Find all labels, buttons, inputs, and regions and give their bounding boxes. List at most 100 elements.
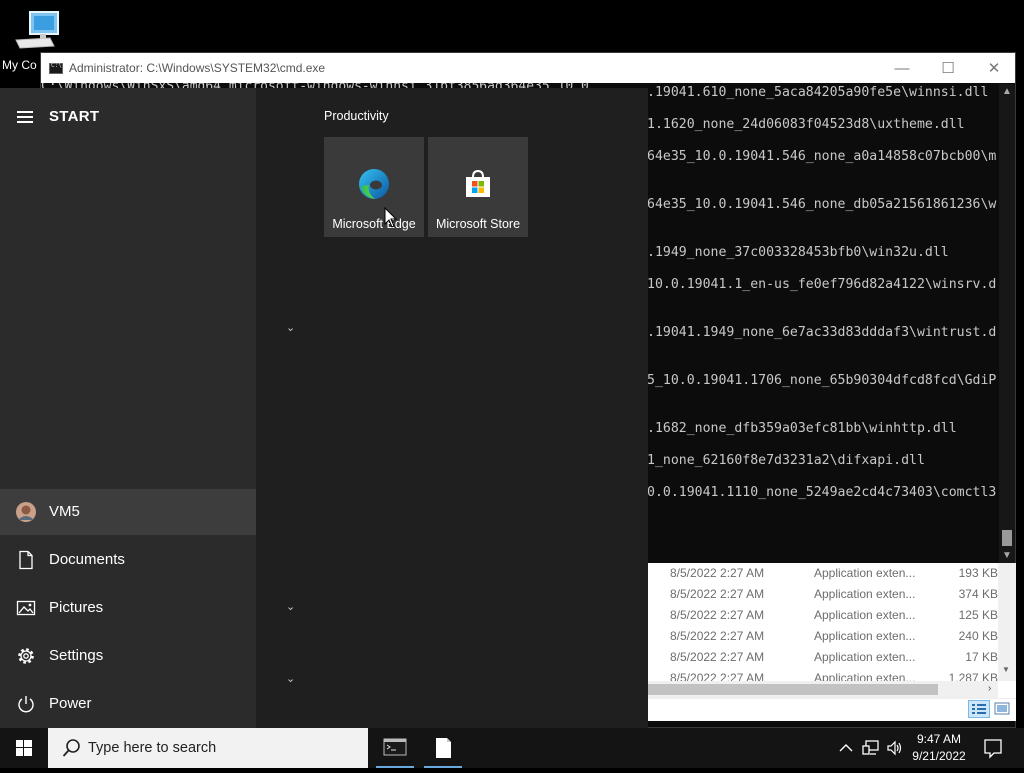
cmd-app-icon bbox=[49, 62, 63, 74]
start-tiles-area: ⌄ ⌄ ⌄ Productivity Microsoft Edge Micros… bbox=[256, 88, 648, 728]
start-header[interactable]: START bbox=[0, 100, 256, 132]
cmd-line: 64e35_10.0.19041.546_none_db05a215618612… bbox=[647, 197, 997, 212]
rail-item-label: Documents bbox=[49, 551, 125, 568]
cmd-window-title: Administrator: C:\Windows\SYSTEM32\cmd.e… bbox=[69, 61, 326, 75]
taskbar: Type here to search 9:47 AM 9/21/2022 bbox=[0, 728, 1024, 768]
chevron-down-icon[interactable]: ⌄ bbox=[286, 321, 300, 335]
scroll-down-arrow-icon[interactable]: ▼ bbox=[1002, 665, 1010, 674]
search-icon bbox=[62, 739, 80, 757]
scroll-thumb[interactable] bbox=[1002, 530, 1012, 546]
tile-label: Microsoft Edge bbox=[332, 217, 416, 231]
file-date: 8/5/2022 2:27 AM bbox=[670, 650, 765, 664]
start-rail: START VM5 Documents Pictures Settings Po… bbox=[0, 88, 256, 728]
cmd-vertical-scrollbar[interactable]: ▲ ▼ bbox=[999, 84, 1015, 564]
tile-microsoft-edge[interactable]: Microsoft Edge bbox=[324, 137, 424, 237]
file-size: 374 KB bbox=[958, 587, 998, 601]
cmd-line: 1_none_62160f8e7d3231a2\difxapi.dll bbox=[647, 453, 925, 468]
cmd-line: 5_10.0.19041.1706_none_65b90304dfcd8fcd\… bbox=[647, 373, 997, 388]
edge-icon bbox=[359, 169, 389, 199]
scroll-thumb[interactable] bbox=[648, 684, 938, 695]
cmd-titlebar[interactable]: Administrator: C:\Windows\SYSTEM32\cmd.e… bbox=[41, 53, 1015, 83]
notification-center-icon[interactable] bbox=[978, 736, 1008, 760]
file-type: Application exten... bbox=[814, 671, 916, 681]
file-row[interactable]: 8/5/2022 2:27 AM Application exten... 12… bbox=[648, 605, 998, 626]
clock-time: 9:47 AM bbox=[916, 732, 962, 746]
cmd-line: 0.0.19041.1110_none_5249ae2cd4c73403\com… bbox=[647, 485, 997, 500]
scroll-right-arrow-icon[interactable]: › bbox=[988, 683, 991, 694]
file-icon bbox=[436, 738, 451, 758]
cmd-line: .19041.1949_none_6e7ac33d83dddaf3\wintru… bbox=[647, 325, 997, 340]
mouse-cursor-icon bbox=[384, 207, 398, 228]
rail-item-label: Pictures bbox=[49, 599, 104, 616]
pictures-icon bbox=[16, 600, 36, 616]
chevron-down-icon[interactable]: ⌄ bbox=[286, 600, 300, 614]
explorer-statusbar bbox=[648, 698, 1016, 721]
search-placeholder: Type here to search bbox=[88, 740, 217, 756]
file-date: 8/5/2022 2:27 AM bbox=[670, 608, 765, 622]
file-type: Application exten... bbox=[814, 650, 916, 664]
rail-item-settings[interactable]: Settings bbox=[0, 633, 256, 679]
rail-item-power[interactable]: Power bbox=[0, 681, 256, 727]
file-type: Application exten... bbox=[814, 629, 916, 643]
rail-item-documents[interactable]: Documents bbox=[0, 537, 256, 583]
document-icon bbox=[19, 550, 33, 570]
rail-item-label: Settings bbox=[49, 647, 104, 664]
clock-date: 9/21/2022 bbox=[912, 749, 966, 763]
minimize-button[interactable]: — bbox=[879, 53, 925, 83]
file-date: 8/5/2022 2:27 AM bbox=[670, 629, 765, 643]
cmd-icon bbox=[383, 738, 407, 756]
large-icons-view-icon[interactable] bbox=[994, 702, 1010, 716]
tile-microsoft-store[interactable]: Microsoft Store bbox=[428, 137, 528, 237]
windows-logo-icon bbox=[16, 740, 32, 756]
file-date: 8/5/2022 2:27 AM bbox=[670, 566, 765, 580]
file-row[interactable]: 8/5/2022 2:27 AM Application exten... 17… bbox=[648, 647, 998, 668]
file-row[interactable]: 8/5/2022 2:27 AM Application exten... 1,… bbox=[648, 668, 998, 681]
power-icon bbox=[18, 696, 34, 713]
start-menu[interactable]: START VM5 Documents Pictures Settings Po… bbox=[0, 88, 648, 728]
taskbar-app-cmd[interactable] bbox=[372, 728, 418, 768]
chevron-up-icon[interactable] bbox=[838, 740, 854, 756]
file-size: 193 KB bbox=[958, 566, 998, 580]
details-view-icon[interactable] bbox=[968, 700, 990, 718]
cmd-line: .1949_none_37c003328453bfb0\win32u.dll bbox=[647, 245, 949, 260]
tile-group-title[interactable]: Productivity bbox=[324, 109, 389, 123]
scroll-up-arrow-icon[interactable]: ▲ bbox=[999, 86, 1015, 97]
cmd-line: 64e35_10.0.19041.546_none_a0a14858c07bcb… bbox=[647, 149, 997, 164]
file-size: 125 KB bbox=[958, 608, 998, 622]
cmd-output: .19041.610_none_5aca84205a90fe5e\winnsi.… bbox=[647, 84, 999, 564]
cmd-line: 1.1620_none_24d06083f04523d8\uxtheme.dll bbox=[647, 117, 965, 132]
gear-icon bbox=[18, 648, 34, 664]
volume-icon[interactable] bbox=[886, 739, 904, 757]
cmd-line: 10.0.19041.1_en-us_fe0ef796d82a4122\wins… bbox=[647, 277, 997, 292]
taskbar-app-file[interactable] bbox=[420, 728, 466, 768]
file-date: 8/5/2022 2:27 AM bbox=[670, 671, 765, 681]
maximize-button[interactable]: ☐ bbox=[925, 53, 971, 83]
cmd-line: .19041.610_none_5aca84205a90fe5e\winnsi.… bbox=[647, 85, 989, 100]
desktop-icon-label: My Co bbox=[2, 58, 37, 72]
network-icon[interactable] bbox=[862, 739, 880, 757]
taskbar-search-box[interactable]: Type here to search bbox=[48, 728, 368, 768]
store-icon bbox=[466, 169, 490, 197]
cmd-line: .1682_none_dfb359a03efc81bb\winhttp.dll bbox=[647, 421, 957, 436]
rail-item-user[interactable]: VM5 bbox=[0, 489, 256, 535]
file-size: 1,287 KB bbox=[948, 671, 998, 681]
file-size: 17 KB bbox=[965, 650, 998, 664]
explorer-vertical-scrollbar[interactable]: ▼ bbox=[998, 563, 1016, 681]
file-row[interactable]: 8/5/2022 2:27 AM Application exten... 37… bbox=[648, 584, 998, 605]
file-row[interactable]: 8/5/2022 2:27 AM Application exten... 24… bbox=[648, 626, 998, 647]
file-row[interactable]: 8/5/2022 2:27 AM Application exten... 19… bbox=[648, 563, 998, 584]
taskbar-clock[interactable]: 9:47 AM 9/21/2022 bbox=[906, 731, 972, 765]
computer-icon bbox=[15, 11, 59, 49]
rail-item-label: VM5 bbox=[49, 503, 80, 520]
start-title: START bbox=[49, 108, 100, 125]
chevron-down-icon[interactable]: ⌄ bbox=[286, 672, 300, 686]
start-button[interactable] bbox=[0, 728, 48, 768]
file-type: Application exten... bbox=[814, 587, 916, 601]
file-type: Application exten... bbox=[814, 566, 916, 580]
explorer-horizontal-scrollbar[interactable]: › bbox=[648, 681, 998, 698]
hamburger-menu-icon[interactable] bbox=[17, 111, 33, 126]
scroll-down-arrow-icon[interactable]: ▼ bbox=[999, 550, 1015, 561]
rail-item-pictures[interactable]: Pictures bbox=[0, 585, 256, 631]
explorer-window-fragment[interactable]: 8/5/2022 2:27 AM Application exten... 19… bbox=[648, 563, 1016, 721]
close-button[interactable]: ✕ bbox=[971, 53, 1017, 83]
